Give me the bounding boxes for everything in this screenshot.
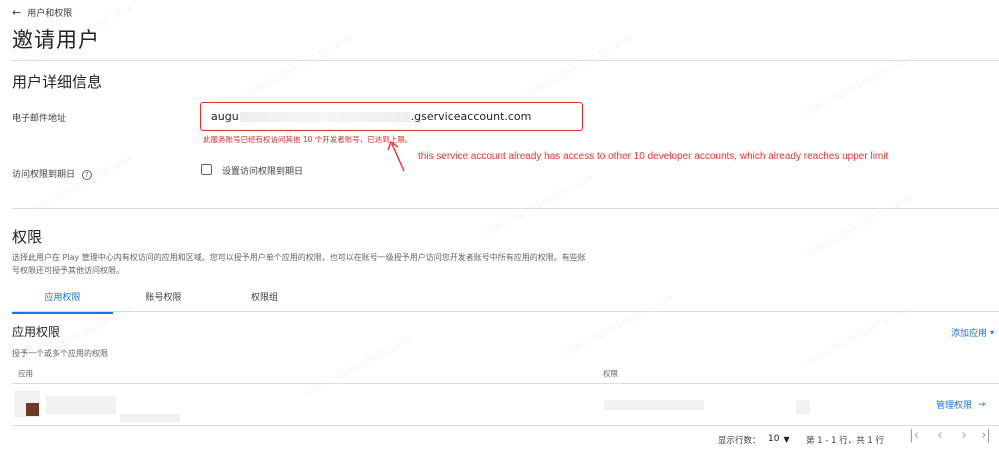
expiry-label-row: 访问权限到期日 ? bbox=[12, 167, 92, 180]
tabs-divider bbox=[12, 311, 999, 312]
table-bottom-divider bbox=[12, 425, 999, 426]
chevron-down-icon: ▾ bbox=[990, 328, 995, 337]
watermark: 01613:2025年10月17日 16:44 bbox=[564, 293, 674, 358]
expiry-checkbox-label: 设置访问权限到期日 bbox=[222, 167, 304, 177]
rows-per-page-value: 10 bbox=[768, 434, 780, 444]
watermark: 01613:2025年10月17日 16:44 bbox=[804, 303, 914, 368]
email-error-message: 此服务账号已经有权访问其他 10 个开发者账号，已达到上限。 bbox=[203, 135, 413, 144]
rows-per-page-label: 显示行数： bbox=[718, 436, 761, 446]
next-page-icon[interactable]: › bbox=[956, 428, 972, 443]
page-title: 邀请用户 bbox=[12, 28, 100, 52]
watermark: 01613:2025年10月17日 16:44 bbox=[484, 173, 594, 238]
email-label: 电子邮件地址 bbox=[12, 114, 67, 124]
arrow-right-icon: → bbox=[978, 399, 986, 410]
header-divider bbox=[12, 60, 999, 61]
back-link[interactable]: ← 用户和权限 bbox=[12, 6, 72, 19]
watermark: 01613:2025年10月17日 16:44 bbox=[304, 333, 414, 398]
email-prefix: augu bbox=[211, 110, 239, 123]
previous-page-icon[interactable]: ‹ bbox=[932, 428, 948, 443]
first-page-icon[interactable]: |‹ bbox=[906, 428, 922, 443]
app-icon bbox=[26, 403, 39, 416]
pagination-range: 第 1 - 1 行，共 1 行 bbox=[806, 436, 885, 446]
back-link-label: 用户和权限 bbox=[27, 9, 73, 19]
watermark: 01613:2025年10月17日 16:44 bbox=[804, 193, 914, 258]
section-divider bbox=[12, 208, 999, 209]
last-page-icon[interactable]: ›| bbox=[978, 428, 994, 443]
add-app-label: 添加应用 bbox=[951, 329, 988, 339]
table-header-divider bbox=[12, 383, 999, 384]
app-name-redacted bbox=[46, 396, 116, 414]
annotation-arrow-icon bbox=[387, 140, 405, 172]
rows-per-page-select[interactable]: 10 ▼ bbox=[768, 434, 790, 444]
annotation-text: this service account already has access … bbox=[418, 151, 889, 162]
email-redacted bbox=[239, 111, 410, 122]
expiry-label: 访问权限到期日 bbox=[12, 170, 76, 180]
watermark: 01613:2025年10月17日 16:44 bbox=[244, 33, 354, 98]
permissions-title: 权限 bbox=[12, 228, 43, 246]
user-details-title: 用户详细信息 bbox=[12, 73, 103, 91]
expiry-checkbox[interactable] bbox=[201, 164, 212, 175]
help-icon[interactable]: ? bbox=[81, 169, 92, 180]
permission-redacted bbox=[604, 400, 704, 410]
permissions-description: 选择此用户在 Play 管理中心内有权访问的应用和区域。您可以授予用户单个应用的… bbox=[12, 253, 586, 275]
column-header-permission: 权限 bbox=[603, 369, 618, 378]
column-header-app: 应用 bbox=[18, 369, 33, 378]
arrow-left-icon: ← bbox=[12, 6, 22, 19]
app-id-redacted bbox=[120, 414, 180, 422]
app-permissions-subtitle: 授予一个或多个应用的权限 bbox=[12, 349, 108, 358]
watermark: 01613:2025年10月17日 16:44 bbox=[804, 53, 914, 118]
manage-permissions-button[interactable]: 管理权限 → bbox=[936, 398, 986, 412]
app-permissions-title: 应用权限 bbox=[12, 325, 61, 339]
watermark: 01613:2025年10月17日 16:44 bbox=[524, 33, 634, 98]
add-app-button[interactable]: 添加应用 ▾ bbox=[951, 326, 994, 339]
permission-redacted bbox=[796, 400, 810, 414]
email-field[interactable]: augu .gserviceaccount.com bbox=[200, 102, 583, 131]
manage-permissions-label: 管理权限 bbox=[936, 401, 973, 411]
email-suffix: .gserviceaccount.com bbox=[410, 110, 532, 123]
caret-down-icon: ▼ bbox=[783, 434, 790, 444]
